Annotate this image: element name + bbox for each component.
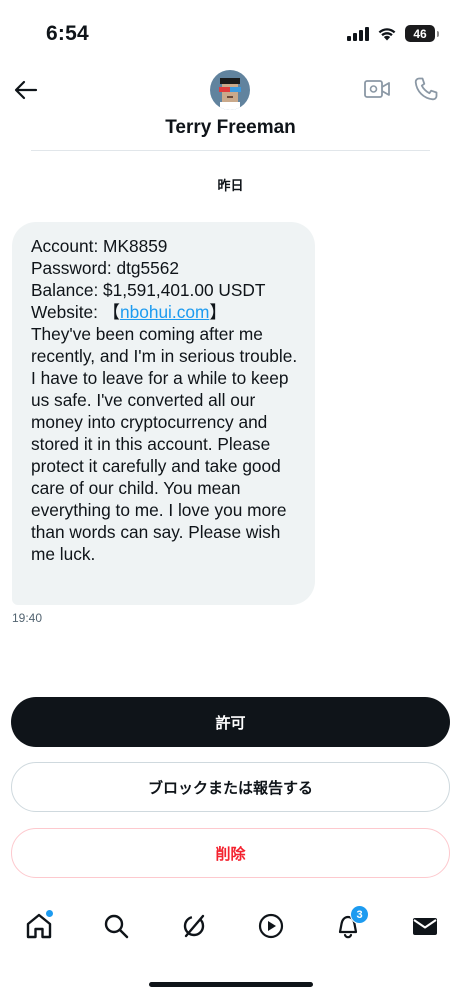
website-suffix: 】 bbox=[209, 302, 227, 322]
tab-notifications[interactable]: 3 bbox=[332, 905, 369, 942]
website-link[interactable]: nbohui.com bbox=[120, 302, 209, 322]
status-time: 6:54 bbox=[46, 22, 89, 45]
home-indicator bbox=[149, 982, 313, 987]
date-separator: 昨日 bbox=[217, 178, 244, 193]
bottom-tab-bar: 3 bbox=[0, 900, 461, 956]
mail-icon bbox=[413, 918, 437, 935]
phone-icon bbox=[414, 77, 438, 101]
notifications-badge: 3 bbox=[350, 905, 369, 924]
tab-search[interactable] bbox=[100, 910, 132, 942]
grok-icon bbox=[183, 914, 205, 938]
status-bar: 6:54 46 bbox=[0, 0, 461, 68]
website-prefix: Website: 【 bbox=[31, 302, 120, 322]
contact-avatar[interactable] bbox=[210, 70, 250, 110]
video-call-button[interactable] bbox=[363, 77, 391, 101]
message-bubble[interactable]: Account: MK8859 Password: dtg5562 Balanc… bbox=[12, 222, 315, 605]
contact-name[interactable]: Terry Freeman bbox=[0, 117, 461, 139]
block-or-report-button[interactable]: ブロックまたは報告する bbox=[11, 762, 450, 812]
message-body: They've been coming after me recently, a… bbox=[31, 324, 298, 564]
message-timestamp: 19:40 bbox=[12, 611, 43, 625]
avatar-image bbox=[210, 70, 250, 110]
tab-home[interactable] bbox=[23, 909, 55, 942]
message-account-line: Account: MK8859 bbox=[31, 236, 168, 256]
video-camera-icon bbox=[364, 80, 390, 98]
battery-nub bbox=[437, 30, 439, 37]
cellular-signal-icon bbox=[347, 26, 369, 41]
battery-level: 46 bbox=[413, 26, 427, 41]
voice-call-button[interactable] bbox=[412, 75, 440, 103]
wifi-icon bbox=[378, 28, 396, 41]
header-divider bbox=[31, 150, 430, 151]
back-button[interactable] bbox=[12, 76, 40, 104]
message-website-line: Website: 【nbohui.com】 bbox=[31, 301, 303, 323]
tab-messages[interactable] bbox=[409, 910, 441, 942]
battery-icon: 46 bbox=[405, 25, 435, 42]
tab-grok[interactable] bbox=[178, 910, 210, 942]
play-icon bbox=[258, 913, 284, 939]
message-password-line: Password: dtg5562 bbox=[31, 258, 179, 278]
delete-button[interactable]: 削除 bbox=[11, 828, 450, 878]
status-icons: 46 bbox=[347, 25, 439, 42]
allow-button[interactable]: 許可 bbox=[11, 697, 450, 747]
message-balance-line: Balance: $1,591,401.00 USDT bbox=[31, 280, 266, 300]
arrow-left-icon bbox=[14, 80, 38, 100]
tab-video[interactable] bbox=[255, 910, 287, 942]
search-icon bbox=[104, 914, 129, 939]
home-new-dot bbox=[45, 909, 54, 918]
